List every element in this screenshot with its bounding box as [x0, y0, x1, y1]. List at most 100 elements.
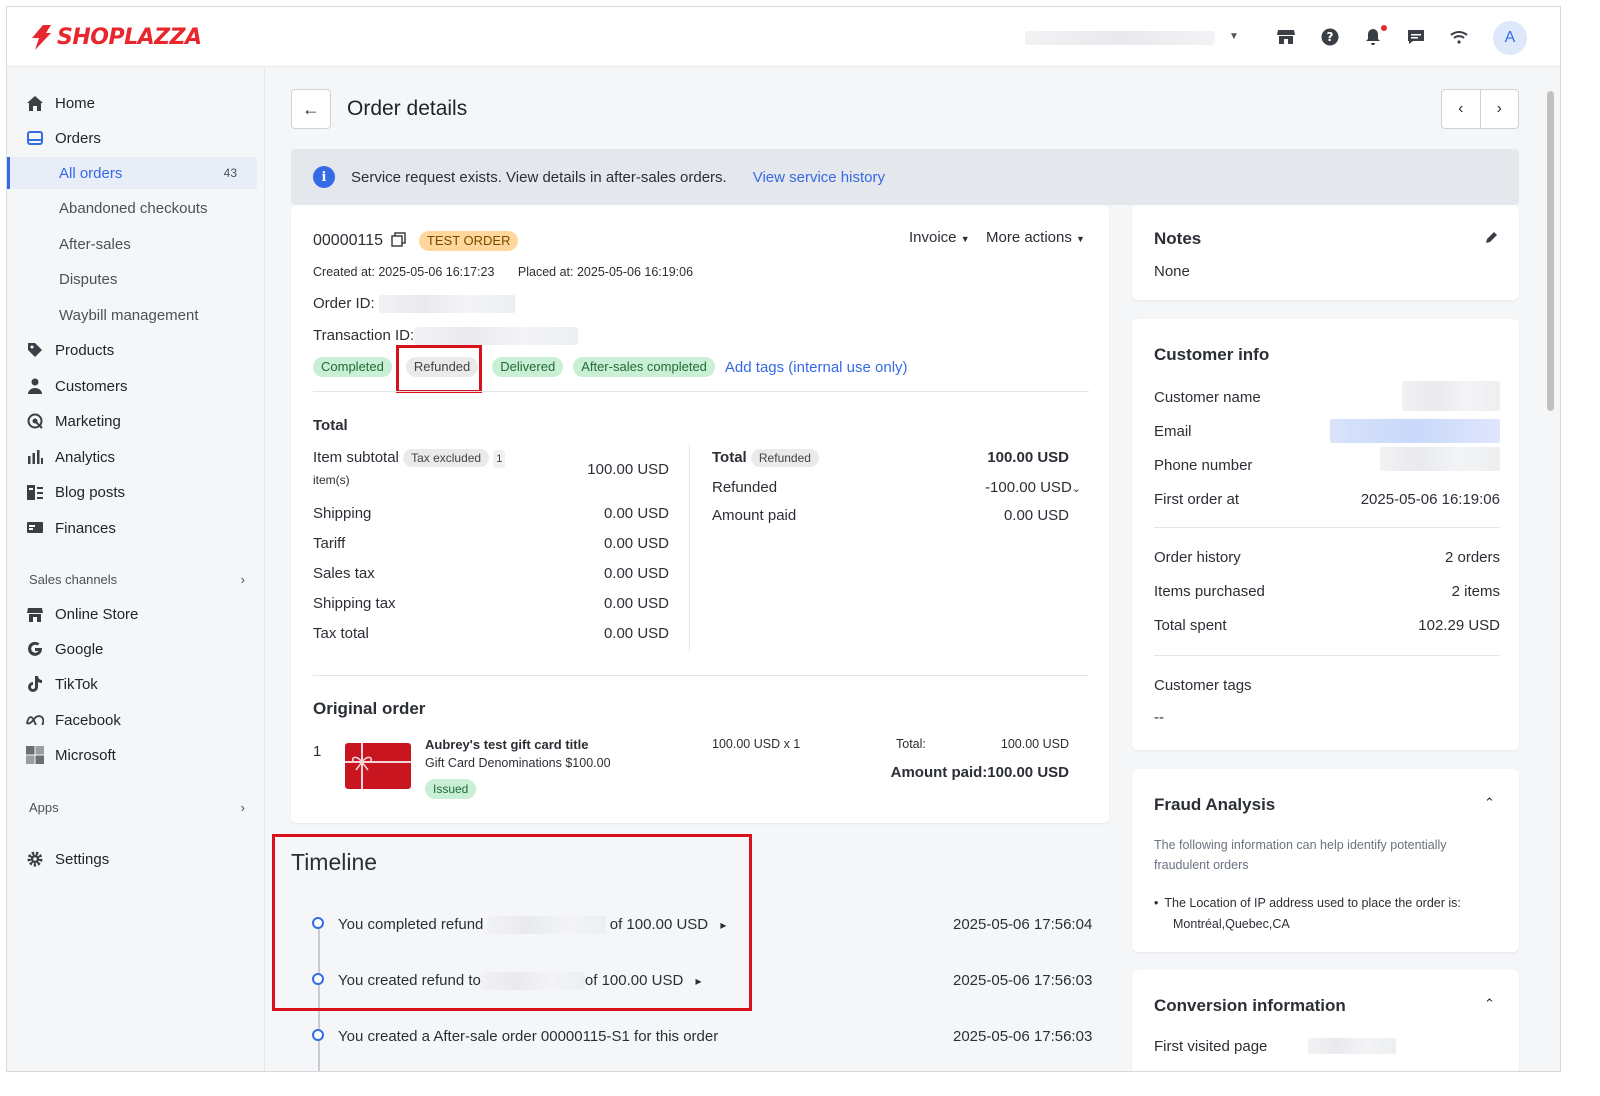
sales-channels-header[interactable]: Sales channels › [29, 572, 245, 587]
sales-channels-label: Sales channels [29, 572, 118, 587]
order-id-value [378, 295, 515, 314]
help-icon[interactable]: ? [1319, 26, 1341, 48]
back-button[interactable]: ← [291, 89, 331, 129]
divider [313, 675, 1089, 676]
sidebar-item-facebook[interactable]: Facebook [7, 704, 257, 736]
line-item-index: 1 [313, 743, 322, 760]
sidebar-item-abandoned-checkouts[interactable]: Abandoned checkouts [7, 192, 257, 224]
order-history-label: Order history [1154, 549, 1241, 566]
previous-order-button[interactable]: ‹ [1442, 90, 1481, 128]
orders-icon [25, 131, 45, 145]
scrollbar[interactable] [1545, 77, 1555, 1067]
after-sales-completed-tag: After-sales completed [573, 357, 715, 377]
transaction-id-value [414, 327, 579, 346]
test-order-badge: TEST ORDER [418, 231, 519, 251]
gift-card-thumbnail [345, 743, 411, 789]
more-actions-dropdown[interactable]: More actions ▼ [986, 229, 1085, 246]
order-id-label: Order ID: [313, 295, 375, 312]
sidebar-item-products[interactable]: Products [7, 334, 257, 366]
copy-icon[interactable] [391, 232, 407, 252]
info-icon: i [313, 166, 335, 188]
chevron-up-icon[interactable]: ⌃ [1484, 996, 1495, 1012]
chevron-up-icon[interactable]: ⌃ [1484, 795, 1495, 811]
google-icon [25, 641, 45, 657]
sidebar-item-blog-posts[interactable]: Blog posts [7, 476, 257, 508]
transaction-id-label: Transaction ID: [313, 327, 415, 344]
first-visited-label: First visited page [1154, 1038, 1268, 1055]
fraud-bullet: • The Location of IP address used to plac… [1154, 893, 1461, 935]
store-icon[interactable] [1275, 26, 1297, 48]
chevron-down-icon[interactable]: ▼ [1229, 31, 1239, 42]
sidebar-item-label: After-sales [59, 235, 131, 253]
sidebar-item-google[interactable]: Google [7, 633, 257, 665]
timeline-event-3: You created a After-sale order 00000115-… [338, 1028, 719, 1045]
apps-header[interactable]: Apps › [29, 800, 245, 815]
chat-icon[interactable] [1405, 26, 1427, 48]
add-tags-link[interactable]: Add tags (internal use only) [725, 359, 908, 376]
first-visited-value [1308, 1038, 1396, 1054]
customer-name-value[interactable] [1402, 381, 1500, 411]
bullet-dot: • [1154, 896, 1159, 910]
next-order-button[interactable]: › [1481, 90, 1519, 128]
email-value[interactable] [1330, 419, 1500, 443]
product-title[interactable]: Aubrey's test gift card title [425, 737, 588, 752]
amount-paid-value: 0.00 USD [1003, 507, 1069, 524]
sidebar-item-tiktok[interactable]: TikTok [7, 668, 257, 700]
fraud-analysis-title: Fraud Analysis [1154, 795, 1276, 814]
avatar[interactable]: A [1493, 21, 1527, 55]
sidebar-item-label: Home [55, 94, 96, 112]
first-order-value: 2025-05-06 16:19:06 [1360, 491, 1500, 508]
sidebar-item-marketing[interactable]: Marketing [7, 405, 257, 437]
view-service-history-link[interactable]: View service history [753, 169, 885, 186]
notes-card: Notes None [1132, 205, 1519, 300]
created-value: 2025-05-06 16:17:23 [378, 265, 495, 279]
sidebar-item-microsoft[interactable]: Microsoft [7, 739, 257, 771]
customer-tags-label: Customer tags [1154, 677, 1252, 694]
home-icon [25, 95, 45, 111]
sidebar-item-orders[interactable]: Orders [7, 122, 257, 154]
sidebar-item-disputes[interactable]: Disputes [7, 263, 257, 295]
sidebar-item-customers[interactable]: Customers [7, 370, 257, 402]
marketing-icon [25, 413, 45, 429]
wifi-icon[interactable] [1448, 26, 1470, 48]
sidebar-item-settings[interactable]: Settings [7, 843, 257, 875]
refunded-value-row[interactable]: -100.00 USD⌄ [891, 479, 1081, 496]
shipping-tax-value: 0.00 USD [603, 595, 669, 612]
shipping-value: 0.00 USD [603, 505, 669, 522]
invoice-label: Invoice [909, 229, 957, 246]
store-selector[interactable] [1025, 31, 1215, 45]
conversion-title: Conversion information [1154, 996, 1346, 1015]
order-history-link[interactable]: 2 orders [1300, 549, 1500, 566]
sidebar-item-home[interactable]: Home [7, 87, 257, 119]
sidebar-item-label: Products [55, 341, 115, 359]
invoice-dropdown[interactable]: Invoice ▼ [909, 229, 970, 246]
sidebar-item-online-store[interactable]: Online Store [7, 598, 257, 630]
timeline-highlight-box [272, 834, 752, 1011]
order-count-badge: 43 [223, 166, 237, 180]
scrollbar-thumb[interactable] [1547, 91, 1554, 411]
customer-name-label: Customer name [1154, 389, 1261, 406]
sidebar-item-waybill-management[interactable]: Waybill management [7, 299, 257, 331]
sidebar-item-all-orders[interactable]: All orders 43 [7, 157, 257, 189]
timeline-dot [312, 1029, 324, 1041]
blog-icon [25, 484, 45, 500]
original-order-title: Original order [313, 699, 426, 718]
timeline-event-time: 2025-05-06 17:56:03 [953, 972, 1093, 989]
caret-down-icon: ▼ [1076, 234, 1085, 244]
total-spent-label: Total spent [1154, 617, 1227, 634]
issued-badge: Issued [425, 779, 477, 799]
sidebar-item-finances[interactable]: Finances [7, 512, 257, 544]
meta-icon [25, 715, 45, 725]
ip-location-label: The Location of IP address used to place… [1164, 896, 1461, 910]
caret-down-icon: ▼ [960, 234, 970, 244]
app-window: SHOPLAZZA ▼ ? A Home Orders All orders 4… [6, 6, 1561, 1072]
sidebar-item-after-sales[interactable]: After-sales [7, 228, 257, 260]
sidebar-item-label: Abandoned checkouts [59, 199, 208, 217]
sidebar-item-analytics[interactable]: Analytics [7, 441, 257, 473]
sidebar: Home Orders All orders 43 Abandoned chec… [7, 67, 265, 1071]
tag-icon [25, 342, 45, 358]
phone-label: Phone number [1154, 457, 1253, 474]
brand-logo[interactable]: SHOPLAZZA [29, 23, 202, 51]
apps-label: Apps [29, 800, 59, 815]
edit-pencil-icon[interactable] [1484, 231, 1498, 248]
